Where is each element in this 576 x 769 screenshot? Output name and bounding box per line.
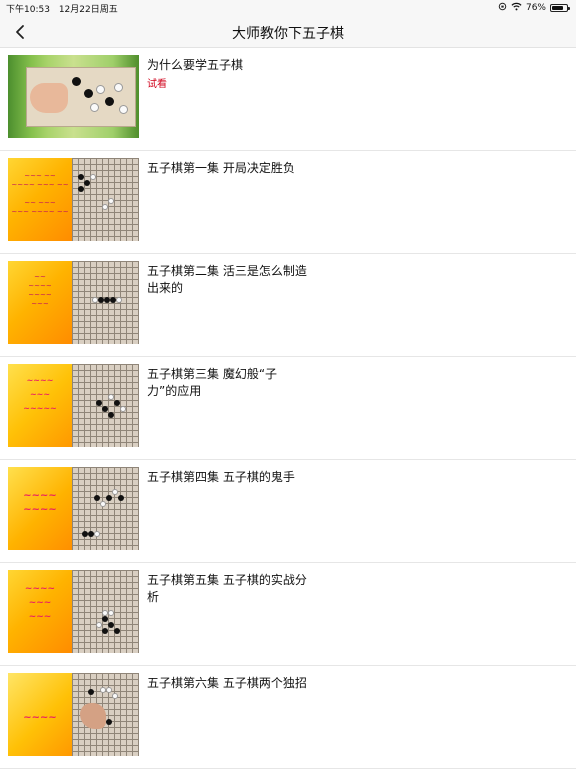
lesson-title: 五子棋第二集 活三是怎么制造出来的 <box>147 264 307 295</box>
lesson-thumbnail: ~~~~ ~~~ ~~~ <box>8 570 139 653</box>
lesson-thumbnail <box>8 55 139 138</box>
navigation-bar: 大师教你下五子棋 <box>0 16 576 48</box>
lesson-item-6[interactable]: ~~~~ 五子棋第六集 五子棋两个独招 <box>0 666 576 769</box>
lesson-thumbnail: ~~~ ~~ ~~~~ ~~~ ~~ ~~ ~~~ ~~~ ~~~~ ~~ <box>8 158 139 241</box>
lesson-item-3[interactable]: ~~~~ ~~~ ~~~~~ 五子棋第三集 魔幻般“子力”的应用 <box>0 357 576 460</box>
battery-percent: 76% <box>525 3 546 13</box>
status-time: 下午10:53 <box>6 5 50 15</box>
rotation-lock-icon <box>498 2 507 14</box>
lesson-title: 五子棋第一集 开局决定胜负 <box>147 161 295 175</box>
lesson-item-4[interactable]: ~~~~ ~~~~ 五子棋第四集 五子棋的鬼手 <box>0 460 576 563</box>
lesson-thumbnail: ~~~~ <box>8 673 139 756</box>
lesson-thumbnail: ~~~~ ~~~ ~~~~~ <box>8 364 139 447</box>
lesson-item-intro[interactable]: 为什么要学五子棋 试看 <box>0 48 576 151</box>
page-title: 大师教你下五子棋 <box>232 26 344 42</box>
status-bar: 下午10:53 12月22日周五 76% <box>0 0 576 16</box>
trial-badge: 试看 <box>147 79 167 90</box>
lesson-item-5[interactable]: ~~~~ ~~~ ~~~ 五子棋第五集 五子棋的实战分析 <box>0 563 576 666</box>
wifi-icon <box>511 2 522 14</box>
lesson-title: 五子棋第六集 五子棋两个独招 <box>147 676 307 690</box>
lesson-item-2[interactable]: ~~ ~~~~ ~~~~ ~~~ 五子棋第二集 活三是怎么制造出来的 <box>0 254 576 357</box>
battery-level <box>552 6 563 10</box>
lesson-title: 为什么要学五子棋 <box>147 58 244 72</box>
lesson-list: 为什么要学五子棋 试看 ~~~ ~~ ~~~~ ~~~ ~~ ~~ ~~~ ~~~ ~… <box>0 48 576 769</box>
lesson-item-1[interactable]: ~~~ ~~ ~~~~ ~~~ ~~ ~~ ~~~ ~~~ ~~~~ ~~ 五子棋第一… <box>0 151 576 254</box>
lesson-title: 五子棋第三集 魔幻般“子力”的应用 <box>147 367 278 398</box>
lesson-thumbnail: ~~~~ ~~~~ <box>8 467 139 550</box>
battery-icon <box>550 4 570 12</box>
status-date: 12月22日周五 <box>58 5 118 15</box>
lesson-thumbnail: ~~ ~~~~ ~~~~ ~~~ <box>8 261 139 344</box>
lesson-title: 五子棋第四集 五子棋的鬼手 <box>147 470 295 484</box>
lesson-title: 五子棋第五集 五子棋的实战分析 <box>147 573 307 604</box>
